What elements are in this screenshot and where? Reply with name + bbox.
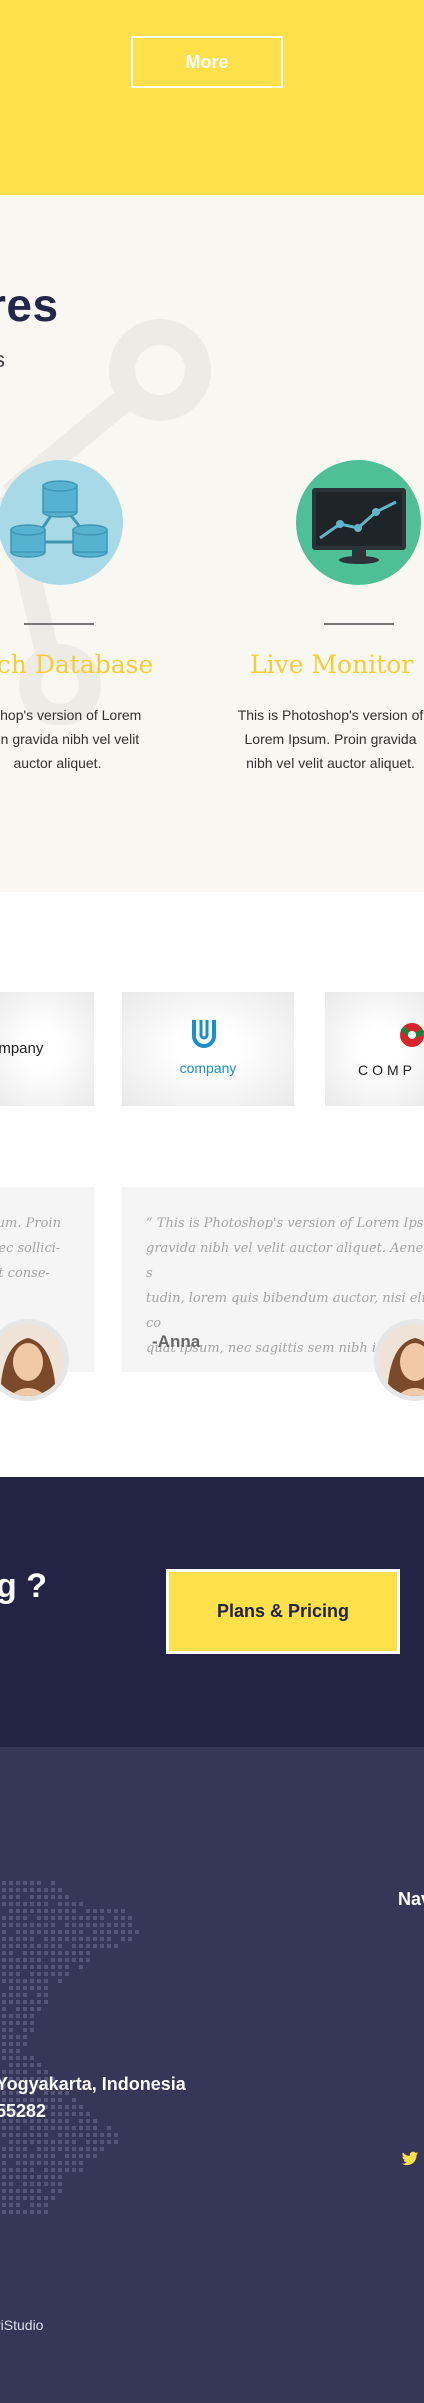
twitter-icon[interactable] (401, 2151, 419, 2167)
testimonial-author: -Anna (152, 1332, 201, 1351)
features-title: res (0, 279, 59, 331)
swirl-logo-icon (400, 1023, 424, 1047)
feature-desc-database: otoshop's version of Lorem Proin gravida… (0, 707, 142, 771)
world-map-graphic (2, 1881, 139, 2214)
feature-desc-monitor: This is Photoshop's version of Lorem Ips… (237, 707, 424, 771)
feature-divider (324, 623, 394, 625)
client-logo-card: COMP (325, 992, 424, 1106)
u-logo-icon (192, 1020, 216, 1048)
testimonial-quote: sum. Proin nec sollici- lit conse- (0, 1216, 61, 1281)
footer-copyright: riStudio (0, 2317, 44, 2333)
feature-title-monitor: Live Monitor (250, 650, 414, 679)
client-logo-text: company (179, 1060, 237, 1076)
features-subtitle: s (0, 347, 5, 373)
hero-section: More (0, 0, 424, 195)
footer-phone: 55282 (0, 2101, 47, 2121)
footer-nav-heading: Nav (398, 1889, 424, 1909)
cta-question: g ? (0, 1567, 47, 1605)
clients-section: ompany company COMP (0, 892, 424, 1182)
plans-pricing-button[interactable]: Plans & Pricing (166, 1569, 400, 1654)
features-section: res s ech Database Live Monitor otoshop'… (0, 195, 424, 892)
more-button[interactable]: More (131, 36, 283, 88)
footer-address: Yogyakarta, Indonesia (0, 2074, 186, 2094)
feature-title-database: ech Database (0, 650, 154, 679)
client-logo-card: ompany (0, 992, 94, 1106)
feature-divider (24, 623, 94, 625)
database-network-icon (0, 460, 123, 585)
testimonials-section: sum. Proin nec sollici- lit conse- “ Thi… (0, 1182, 424, 1477)
cta-section: g ? Plans & Pricing (0, 1477, 424, 1747)
client-logo-text: ompany (0, 1040, 44, 1057)
client-logo-card: company (122, 992, 294, 1106)
client-logo-text: COMP (358, 1062, 416, 1078)
monitor-chart-icon (296, 460, 421, 585)
footer-section: Nav Yogyakarta, Indonesia 55282 riStudio (0, 1747, 424, 2403)
